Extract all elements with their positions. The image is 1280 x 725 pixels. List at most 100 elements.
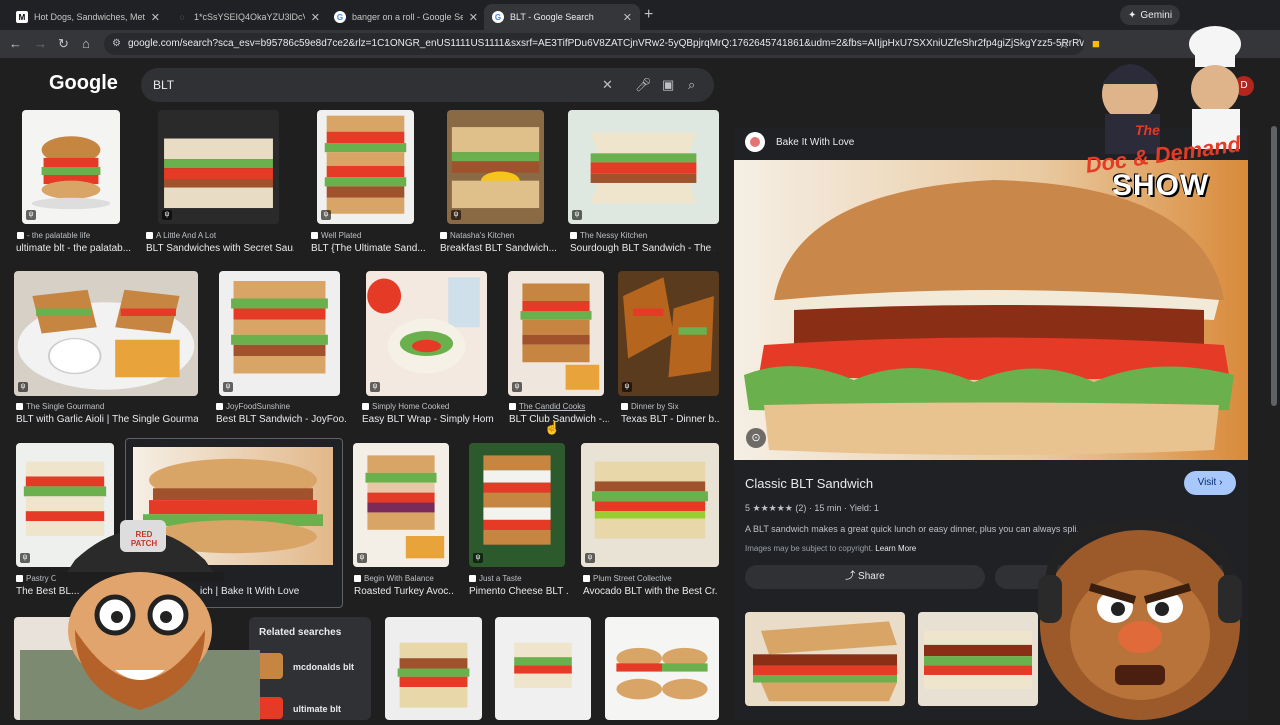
result-title[interactable]: Easy BLT Wrap - Simply Hom... — [362, 414, 494, 425]
result-image[interactable] — [495, 617, 591, 720]
google-logo[interactable]: Google — [49, 72, 118, 95]
result-title[interactable]: Roasted Turkey Avoc... — [354, 586, 454, 597]
scrollbar[interactable] — [1270, 60, 1278, 720]
result-image[interactable]: ψ — [447, 110, 544, 224]
related-item[interactable]: ultimate blt — [293, 704, 341, 714]
share-label: Share — [858, 571, 885, 582]
sandwich-image — [623, 277, 714, 378]
result-image[interactable]: ψ — [353, 443, 449, 567]
lens-icon[interactable]: ▣ — [662, 77, 674, 93]
result-image[interactable]: ψ — [14, 271, 198, 396]
result-title[interactable]: Avocado BLT with the Best Cr... — [583, 586, 717, 597]
scrollbar-thumb[interactable] — [1271, 126, 1277, 406]
close-icon[interactable]: ✕ — [311, 11, 320, 24]
sandwich-image — [924, 630, 1032, 690]
related-item[interactable]: mcdonalds blt — [293, 662, 354, 672]
result-title[interactable]: Texas BLT - Dinner b... — [621, 414, 719, 425]
tab-title: banger on a roll - Google Sear — [352, 12, 463, 22]
result-image[interactable]: ψ — [618, 271, 719, 396]
result-source[interactable]: Plum Street Collective — [583, 574, 713, 583]
result-source[interactable]: JoyFoodSunshine — [216, 402, 346, 411]
sandwich-image — [367, 277, 480, 374]
related-thumbnail[interactable] — [257, 653, 283, 679]
lens-icon[interactable]: ⊙ — [746, 428, 766, 448]
result-source[interactable]: - the palatable life — [17, 231, 137, 240]
site-info-icon[interactable]: ⚙ — [112, 33, 121, 55]
result-image[interactable] — [605, 617, 719, 720]
result-title[interactable]: ultimate blt - the palatab... — [16, 243, 134, 254]
microphone-icon[interactable]: 🎤︎ — [635, 77, 652, 93]
result-title[interactable]: Pimento Cheese BLT ... — [469, 586, 569, 597]
recipe-icon: ψ — [512, 382, 522, 392]
result-source[interactable]: Simply Home Cooked — [362, 402, 492, 411]
result-image[interactable]: ψ — [568, 110, 719, 224]
recipe-icon: ψ — [321, 210, 331, 220]
back-icon[interactable]: ← — [9, 36, 22, 51]
result-title[interactable]: BLT with Garlic Aioli | The Single Gourm… — [16, 414, 198, 425]
share-icon: ⤴ — [845, 571, 856, 582]
sandwich-image — [324, 115, 407, 214]
recipe-icon: ψ — [622, 382, 632, 392]
new-tab-icon[interactable]: + — [644, 6, 653, 24]
related-thumbnail[interactable] — [257, 697, 283, 719]
result-image[interactable]: ψ — [581, 443, 719, 567]
result-source[interactable]: Begin With Balance — [354, 574, 464, 583]
result-title[interactable]: Best BLT Sandwich - JoyFoo... — [216, 414, 346, 425]
result-title[interactable]: Breakfast BLT Sandwich... — [440, 243, 560, 254]
result-image[interactable]: ψ — [317, 110, 414, 224]
share-button[interactable]: ⤴ Share — [745, 565, 985, 589]
tab-blt[interactable]: G BLT - Google Search ✕ — [484, 4, 640, 30]
tab-title: 1*cSsYSEIQ4OkaYZU3lDcVLQ.jp — [194, 12, 305, 22]
show-logo-overlay: The Doc & Demand SHOW — [1080, 14, 1270, 214]
reload-icon[interactable]: ↻ — [58, 36, 69, 52]
result-source[interactable]: A Little And A Lot — [146, 231, 286, 240]
result-source[interactable]: Just a Taste — [469, 574, 569, 583]
close-icon[interactable]: ✕ — [151, 11, 160, 24]
result-title[interactable]: BLT Sandwiches with Secret Sau... — [146, 243, 294, 254]
result-image[interactable]: ψ — [469, 443, 565, 567]
tab-title: BLT - Google Search — [510, 12, 594, 22]
result-source[interactable]: Natasha's Kitchen — [440, 231, 560, 240]
forward-icon[interactable]: → — [34, 36, 47, 51]
tab-banger[interactable]: G banger on a roll - Google Sear ✕ — [326, 4, 486, 30]
visit-button[interactable]: Visit › — [1184, 471, 1236, 495]
result-source[interactable]: Dinner by Six — [621, 402, 721, 411]
result-source[interactable]: Well Plated — [311, 231, 431, 240]
cap-patch-text: RED PATCH — [130, 530, 158, 548]
sandwich-image — [592, 461, 708, 539]
result-image[interactable] — [385, 617, 482, 720]
home-icon[interactable]: ⌂ — [82, 36, 90, 51]
result-source[interactable]: The Single Gourmand — [16, 402, 196, 411]
sandwich-image — [164, 138, 273, 209]
panel-source[interactable]: Bake It With Love — [776, 137, 854, 148]
sandwich-image — [514, 642, 572, 689]
bookmark-star-icon[interactable]: ☆ — [1058, 36, 1070, 52]
sandwich-image — [397, 642, 470, 708]
result-title[interactable]: BLT {The Ultimate Sand... — [311, 243, 429, 254]
tab-image[interactable]: ◌ 1*cSsYSEIQ4OkaYZU3lDcVLQ.jp ✕ — [168, 4, 328, 30]
clear-icon[interactable]: ✕ — [602, 77, 613, 93]
result-image[interactable]: ψ — [508, 271, 604, 396]
result-title[interactable]: Sourdough BLT Sandwich - The ... — [570, 243, 715, 254]
search-icon[interactable]: ⌕ — [688, 77, 695, 93]
result-image[interactable]: ψ — [158, 110, 279, 224]
recipe-icon: ψ — [223, 382, 233, 392]
globe-icon: ◌ — [179, 12, 185, 22]
close-icon[interactable]: ✕ — [469, 11, 478, 24]
related-searches: Related searches mcdonalds blt ultimate … — [249, 617, 371, 720]
result-image[interactable]: ψ — [366, 271, 487, 396]
recipe-icon: ψ — [162, 210, 172, 220]
result-source[interactable]: The Nessy Kitchen — [570, 231, 710, 240]
result-image[interactable]: ψ — [219, 271, 340, 396]
related-image[interactable] — [745, 612, 905, 706]
tab-hot-dogs[interactable]: M Hot Dogs, Sandwiches, Metaph ✕ — [8, 4, 168, 30]
close-icon[interactable]: ✕ — [623, 11, 632, 24]
related-image[interactable] — [918, 612, 1038, 706]
panel-title[interactable]: Classic BLT Sandwich — [745, 476, 873, 491]
address-bar[interactable]: ⚙ google.com/search?sca_esv=b95786c59e8d… — [104, 33, 1084, 55]
learn-more-link[interactable]: Learn More — [875, 544, 916, 553]
result-source[interactable]: The Candid Cooks — [509, 402, 609, 411]
result-image[interactable]: ψ — [22, 110, 120, 224]
visit-label: Visit — [1197, 477, 1217, 488]
search-input[interactable]: BLT — [141, 68, 714, 102]
